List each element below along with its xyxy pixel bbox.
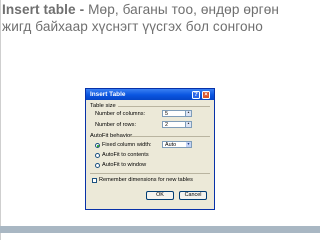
caption-bold: Insert table - (2, 2, 85, 17)
ok-button[interactable]: OK (146, 191, 174, 200)
cancel-button[interactable]: Cancel (179, 191, 207, 200)
autofit-contents-radio[interactable] (95, 153, 100, 158)
spinner-arrows-icon[interactable]: ▲ (185, 111, 191, 116)
slide-caption: Insert table - Мөр, баганы тоо, өндөр өр… (2, 2, 298, 35)
columns-value: 5 (165, 111, 168, 117)
rows-value: 2 (165, 122, 168, 128)
columns-label: Number of columns: (95, 111, 146, 117)
dialog-title: Insert Table (90, 91, 126, 98)
autofit-window-label: AutoFit to window (102, 162, 147, 168)
fixed-width-value: Auto (165, 142, 177, 148)
fixed-width-radio[interactable] (95, 143, 100, 148)
table-size-label: Table size (90, 103, 116, 109)
dropdown-arrow-icon[interactable]: ▼ (186, 142, 191, 147)
columns-spinner[interactable]: 5 ▲ (162, 110, 192, 117)
section-divider (90, 173, 210, 174)
spinner-arrows-icon[interactable]: ▲ (185, 122, 191, 127)
autofit-window-radio[interactable] (95, 163, 100, 168)
dialog-titlebar: Insert Table ? × (86, 89, 214, 100)
help-button[interactable]: ? (192, 90, 200, 99)
rows-spinner[interactable]: 2 ▲ (162, 121, 192, 128)
remember-checkbox[interactable] (92, 178, 97, 183)
autofit-contents-label: AutoFit to contents (102, 152, 149, 158)
slide-bottom-bar (0, 226, 320, 233)
insert-table-dialog: Insert Table ? × Table size Number of co… (85, 88, 215, 210)
close-button[interactable]: × (202, 90, 210, 99)
table-size-divider (118, 106, 210, 107)
fixed-width-label: Fixed column width: (102, 142, 152, 148)
remember-label: Remember dimensions for new tables (99, 177, 193, 183)
autofit-label: AutoFit behavior (90, 133, 133, 139)
autofit-divider (130, 136, 210, 137)
fixed-width-select[interactable]: Auto ▼ (162, 141, 192, 148)
rows-label: Number of rows: (95, 122, 137, 128)
